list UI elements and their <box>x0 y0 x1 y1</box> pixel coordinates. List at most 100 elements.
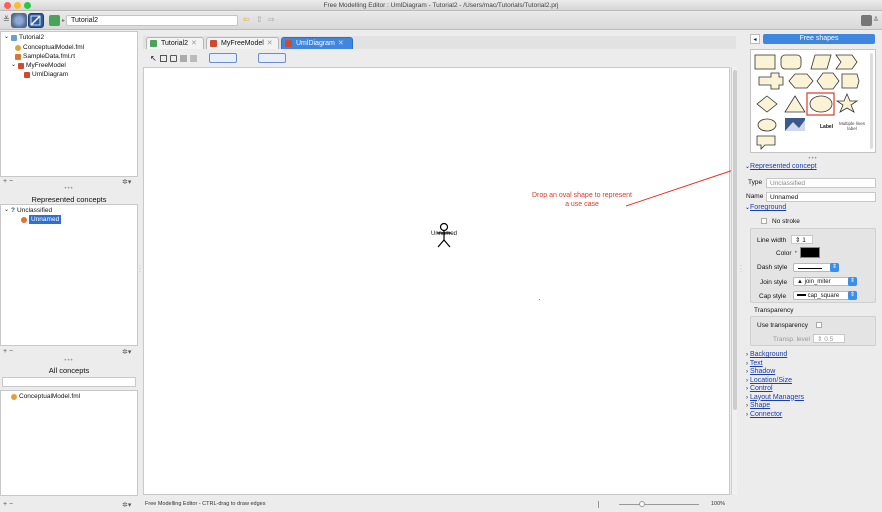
rectangle-shape[interactable] <box>754 54 776 70</box>
chevron-down-icon[interactable]: ⌄ <box>4 33 9 42</box>
name-field[interactable]: Unnamed <box>766 192 876 202</box>
diamond-shape[interactable] <box>756 95 778 113</box>
diagram-canvas[interactable]: Unnamed Drop an oval shape to represent … <box>143 67 731 495</box>
tree-item-my-free-model[interactable]: ⌄ MyFreeModel <box>11 61 66 70</box>
scrollbar-thumb[interactable] <box>733 70 737 410</box>
dash-style-select[interactable]: ⇕ <box>793 263 839 272</box>
pan-tool-icon[interactable] <box>180 55 187 62</box>
tab-my-free-model[interactable]: MyFreeModel ✕ <box>206 37 279 49</box>
section-control[interactable]: › Control <box>746 385 804 394</box>
add-button[interactable]: + − <box>3 178 13 185</box>
close-window-button[interactable] <box>4 2 11 9</box>
close-tab-icon[interactable]: ✕ <box>267 40 273 47</box>
ellipse-shape[interactable] <box>757 118 777 132</box>
rect-select-icon[interactable] <box>160 55 167 62</box>
zoom-tool-icon[interactable] <box>170 55 177 62</box>
multiline-label-shape[interactable]: Multiple lines label <box>837 121 867 131</box>
section-connector[interactable]: › Connector <box>746 411 804 420</box>
hexagon-shape[interactable] <box>788 73 814 89</box>
tree-item-conceptual-model[interactable]: ConceptualModel.fml <box>15 43 84 52</box>
splitter-handle[interactable]: · · · <box>740 263 742 275</box>
splitter-grip[interactable]: ••• <box>0 358 138 364</box>
join-style-select[interactable]: ▲ join_miter ⇕ <box>793 277 857 286</box>
parallelogram-shape[interactable] <box>810 54 832 70</box>
section-shadow[interactable]: › Shadow <box>746 368 804 377</box>
diagram-icon <box>24 71 30 78</box>
align-vertical-icon[interactable] <box>258 53 286 63</box>
diagram-editor-icon[interactable] <box>28 13 44 28</box>
section-location-size[interactable]: › Location/Size <box>746 377 804 386</box>
zoom-slider[interactable] <box>619 504 699 505</box>
octagon-shape[interactable] <box>816 72 840 90</box>
use-transparency-checkbox[interactable] <box>816 322 822 328</box>
breadcrumb-arrow-icon: ▸ <box>62 18 66 24</box>
dash-style-label: Dash style <box>757 264 788 271</box>
callout-shape[interactable] <box>756 135 776 150</box>
concept-search-input[interactable] <box>2 377 136 387</box>
draw-tool-icon[interactable] <box>190 55 197 62</box>
splitter-grip[interactable]: ••• <box>0 186 138 192</box>
chevron-down-icon[interactable]: ⌄ <box>4 206 9 215</box>
tab-tutorial2[interactable]: Tutorial2 ✕ <box>146 37 204 49</box>
add-button[interactable]: + − <box>3 348 13 355</box>
color-swatch[interactable] <box>800 247 820 258</box>
maximize-window-button[interactable] <box>24 2 31 9</box>
close-tab-icon[interactable]: ✕ <box>191 40 197 47</box>
line-width-stepper[interactable]: ⇕ 1 <box>791 235 813 244</box>
align-horizontal-icon[interactable] <box>209 53 237 63</box>
up-arrow-icon[interactable]: ⇧ <box>256 15 263 24</box>
section-shape[interactable]: › Shape <box>746 402 804 411</box>
arrow-pentagon-shape[interactable] <box>841 73 860 89</box>
back-arrow-icon[interactable]: ⇦ <box>243 15 250 24</box>
project-icon[interactable] <box>49 15 60 26</box>
cross-shape[interactable] <box>758 72 784 90</box>
splitter-handle[interactable]: · · · <box>139 263 141 275</box>
collapse-chevron-icon[interactable]: ≚ <box>3 15 10 24</box>
label-shape[interactable]: Label <box>820 124 833 130</box>
select-tool-icon[interactable]: ↖ <box>150 54 157 63</box>
annotation-arrow <box>625 170 731 207</box>
palette-selector[interactable]: Free shapes <box>763 34 875 44</box>
gear-menu-icon[interactable]: ✲▾ <box>122 348 131 356</box>
tree-item-uml-diagram[interactable]: UmlDiagram <box>24 70 68 79</box>
splitter-grip[interactable]: ••• <box>744 156 882 162</box>
gear-menu-icon[interactable]: ✲▾ <box>122 501 131 509</box>
foreground-section[interactable]: ⌄Foreground <box>745 204 786 211</box>
section-background[interactable]: › Background <box>746 351 804 360</box>
palette-scrollbar[interactable] <box>870 53 873 149</box>
color-dropdown-icon[interactable]: ▸ <box>795 249 798 255</box>
tab-uml-diagram[interactable]: UmlDiagram ✕ <box>281 37 353 49</box>
gear-menu-icon[interactable]: ✲▾ <box>122 178 131 186</box>
add-button[interactable]: + − <box>3 501 13 508</box>
type-field[interactable]: Unclassified <box>766 178 876 188</box>
cap-style-select[interactable]: cap_square ⇕ <box>793 291 857 300</box>
palette-back-icon[interactable]: ◂ <box>750 34 760 44</box>
close-tab-icon[interactable]: ✕ <box>338 40 344 47</box>
select-arrow-icon: ⇕ <box>848 277 857 286</box>
expand-chevron-icon[interactable]: ≚ <box>873 16 879 24</box>
chevron-down-icon[interactable]: ⌄ <box>11 61 16 70</box>
triangle-shape[interactable] <box>784 95 806 113</box>
tree-item-sample-data[interactable]: SampleData.fml.rt <box>15 52 75 61</box>
transp-level-stepper[interactable]: ⇕ 0.5 <box>813 334 845 343</box>
section-text[interactable]: › Text <box>746 360 804 369</box>
concept-item-unnamed[interactable]: Unnamed <box>21 215 62 224</box>
star-shape[interactable] <box>835 92 859 113</box>
rounded-rectangle-shape[interactable] <box>780 54 802 70</box>
path-field[interactable]: Tutorial2 <box>66 15 238 26</box>
represented-concept-section[interactable]: ⌄Represented concept <box>745 163 817 170</box>
concept-item-unclassified[interactable]: ⌄ ? Unclassified <box>4 206 52 215</box>
layout-toggle-icon[interactable] <box>861 15 872 26</box>
minimize-window-button[interactable] <box>14 2 21 9</box>
zoom-slider-thumb[interactable] <box>639 501 645 507</box>
no-stroke-checkbox[interactable] <box>761 218 767 224</box>
forward-arrow-icon[interactable]: ⇨ <box>268 15 275 24</box>
tree-item-tutorial2[interactable]: ⌄ Tutorial2 <box>4 33 44 42</box>
all-concept-item[interactable]: ConceptualModel.fml <box>11 392 80 401</box>
chevron-shape[interactable] <box>835 54 858 70</box>
canvas-vertical-scrollbar[interactable] <box>731 67 737 495</box>
chevron-right-icon: › <box>746 411 748 418</box>
module-selector-icon[interactable] <box>11 13 27 28</box>
section-layout-managers[interactable]: › Layout Managers <box>746 394 804 403</box>
oval-shape[interactable] <box>809 95 833 113</box>
